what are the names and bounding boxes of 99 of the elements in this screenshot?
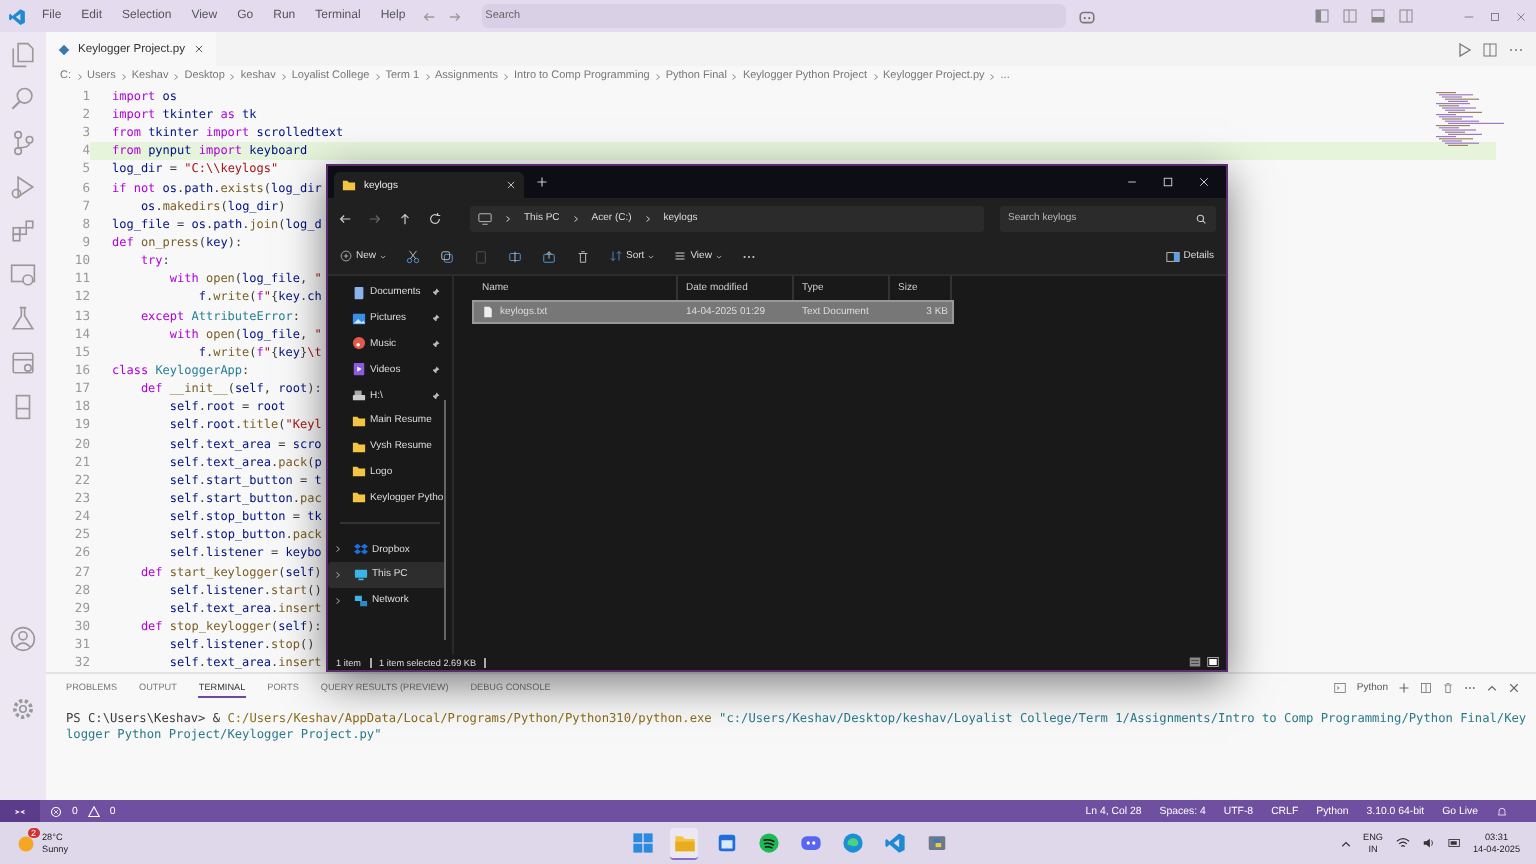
refresh-icon[interactable] xyxy=(428,211,442,225)
error-icon[interactable] xyxy=(50,805,62,817)
close-icon[interactable] xyxy=(1508,681,1520,694)
remote-button[interactable] xyxy=(0,800,40,822)
discord-icon[interactable] xyxy=(799,831,822,853)
paste-icon[interactable] xyxy=(474,249,489,263)
battery-icon[interactable] xyxy=(1447,836,1461,850)
chevron-icon xyxy=(279,71,288,82)
remote-icon xyxy=(14,805,26,817)
chevron-icon xyxy=(653,71,662,82)
caret-icon xyxy=(648,253,655,259)
sort-icon xyxy=(610,250,623,262)
chevron-icon xyxy=(643,213,652,223)
copy-icon[interactable] xyxy=(440,249,455,263)
bookmark-icon[interactable] xyxy=(10,394,36,420)
chevron-up-icon[interactable] xyxy=(1339,837,1352,849)
extensions-icon[interactable] xyxy=(10,218,36,244)
maximize-icon[interactable] xyxy=(1162,176,1174,188)
forward-arrow-icon[interactable] xyxy=(447,9,462,23)
network-icon xyxy=(354,593,368,608)
taskbar-app[interactable] xyxy=(754,827,783,859)
panel-icon[interactable] xyxy=(1370,8,1386,24)
close-icon[interactable] xyxy=(193,44,203,54)
search-icon xyxy=(1196,213,1206,223)
run-icon[interactable] xyxy=(1456,41,1472,57)
chevron-icon xyxy=(334,544,342,555)
dropbox-icon xyxy=(354,542,368,557)
search-icon[interactable] xyxy=(10,86,36,112)
picture-icon xyxy=(352,311,366,326)
source-control-icon[interactable] xyxy=(10,130,36,156)
edge-icon[interactable] xyxy=(841,831,864,853)
monitor-icon xyxy=(354,567,368,582)
view-icon xyxy=(674,250,687,262)
remote-explorer-icon[interactable] xyxy=(10,262,36,288)
text-file-icon xyxy=(482,306,494,318)
chevron-icon xyxy=(502,71,510,82)
up-arrow-icon[interactable] xyxy=(398,211,412,225)
minimize-icon[interactable] xyxy=(1126,176,1138,188)
split-icon[interactable] xyxy=(1398,8,1414,24)
run-debug-icon[interactable] xyxy=(10,174,36,200)
chevron-up-icon[interactable] xyxy=(1486,681,1498,694)
drive-icon xyxy=(352,388,366,403)
chevron-icon xyxy=(228,71,237,82)
python-icon[interactable] xyxy=(925,831,948,853)
windows-icon[interactable] xyxy=(631,831,654,853)
sidebar-icon[interactable] xyxy=(1342,8,1358,24)
settings-icon[interactable] xyxy=(10,696,36,722)
chevron-icon xyxy=(571,213,580,223)
details-pane-icon xyxy=(1165,249,1180,263)
weather-icon[interactable] xyxy=(16,833,36,853)
warning-icon[interactable] xyxy=(87,805,100,817)
chevron-icon xyxy=(423,71,431,82)
rename-icon[interactable] xyxy=(508,249,523,263)
folder-icon xyxy=(342,178,356,192)
restore-icon[interactable] xyxy=(1488,9,1502,23)
plus-circle-icon xyxy=(340,250,352,262)
python-file-icon xyxy=(58,43,70,55)
account-icon[interactable] xyxy=(10,626,36,652)
vscode-icon xyxy=(8,7,26,25)
back-arrow-icon[interactable] xyxy=(338,211,352,225)
split-editor-icon[interactable] xyxy=(1482,41,1498,57)
flask-icon[interactable] xyxy=(10,306,36,332)
forward-arrow-icon[interactable] xyxy=(368,211,382,225)
chevron-icon xyxy=(988,71,997,82)
wifi-icon[interactable] xyxy=(1395,836,1409,850)
chevron-icon xyxy=(334,569,342,580)
speaker-icon[interactable] xyxy=(1421,836,1435,850)
layout-icon[interactable] xyxy=(1314,8,1330,24)
terminal-icon xyxy=(1334,681,1347,694)
pin-icon[interactable] xyxy=(432,365,440,374)
chevron-icon xyxy=(871,71,880,82)
chevron-icon xyxy=(172,71,181,82)
video-icon xyxy=(352,362,366,377)
split-icon[interactable] xyxy=(1420,681,1432,694)
files-icon[interactable] xyxy=(10,42,36,68)
monitor-icon xyxy=(478,211,492,225)
pin-icon[interactable] xyxy=(432,314,440,323)
chevron-icon xyxy=(119,71,128,82)
chevron-icon xyxy=(730,71,739,82)
spotify-icon[interactable] xyxy=(757,831,780,853)
chevron-icon xyxy=(504,213,512,223)
pin-icon[interactable] xyxy=(432,288,440,297)
vscode-icon[interactable] xyxy=(883,831,906,853)
caret-icon xyxy=(380,253,387,259)
tiles-view-icon[interactable] xyxy=(1206,656,1220,668)
document-icon xyxy=(352,285,366,300)
music-icon xyxy=(352,336,366,351)
bell-icon[interactable] xyxy=(1496,805,1508,817)
details-view-icon[interactable] xyxy=(1188,656,1202,668)
pin-icon[interactable] xyxy=(432,391,440,400)
calendar-icon[interactable] xyxy=(715,831,738,853)
chevron-icon xyxy=(334,595,342,606)
pin-icon[interactable] xyxy=(432,339,440,348)
cut-icon[interactable] xyxy=(406,249,421,263)
caret-icon xyxy=(715,253,722,259)
chevron-icon xyxy=(75,71,83,82)
share-icon[interactable] xyxy=(542,249,557,263)
database-icon[interactable] xyxy=(10,350,36,376)
chevron-icon xyxy=(373,71,382,82)
